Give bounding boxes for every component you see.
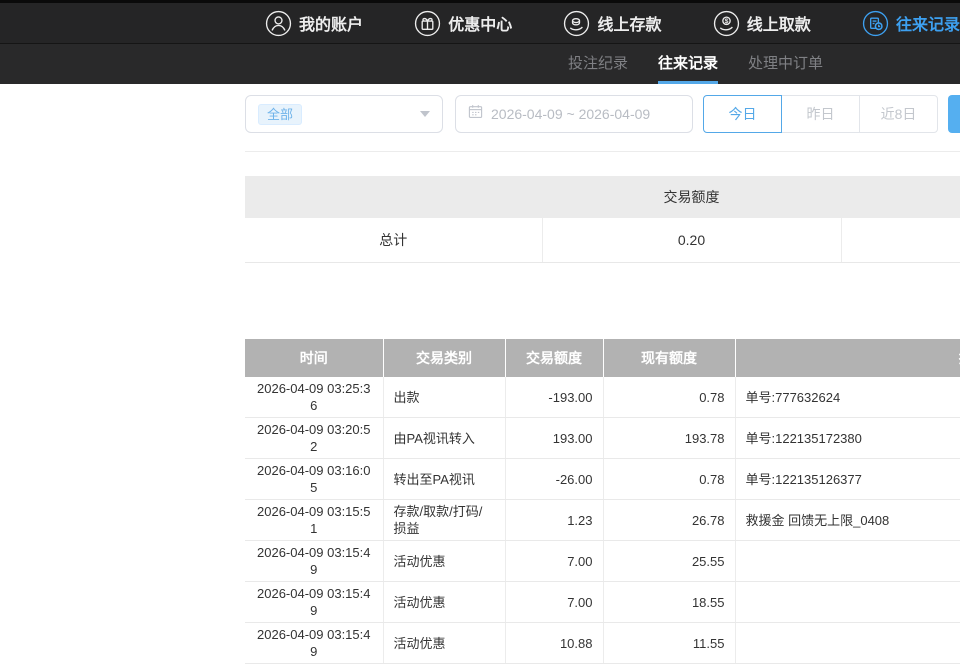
today-button[interactable]: 今日 — [703, 95, 782, 133]
cell-time: 2026-04-09 03:20:52 — [245, 418, 383, 459]
cell-amount: 7.00 — [505, 582, 603, 623]
withdraw-icon: $ — [713, 10, 740, 37]
cell-summary — [735, 623, 960, 664]
cell-amount: 10.88 — [505, 623, 603, 664]
cell-summary — [735, 541, 960, 582]
cell-amount: 7.00 — [505, 541, 603, 582]
filter-row: 全部 2026-04-09 ~ 2026-04-09 今日 昨日 近8日 — [245, 95, 960, 133]
cell-type: 由PA视讯转入 — [383, 418, 505, 459]
summary-header-empty — [841, 176, 960, 218]
col-header-balance: 现有额度 — [603, 339, 735, 377]
table-row: 2026-04-09 03:15:49 活动优惠 7.00 18.55 — [245, 582, 960, 623]
chevron-down-icon — [420, 111, 430, 117]
yesterday-button[interactable]: 昨日 — [781, 95, 860, 133]
col-header-summary: 摘要 — [735, 339, 960, 377]
cell-time: 2026-04-09 03:15:49 — [245, 541, 383, 582]
table-row: 2026-04-09 03:20:52 由PA视讯转入 193.00 193.7… — [245, 418, 960, 459]
summary-total-value: 0.20 — [542, 218, 841, 263]
date-range-input[interactable]: 2026-04-09 ~ 2026-04-09 — [455, 95, 693, 133]
cell-time: 2026-04-09 03:15:49 — [245, 623, 383, 664]
gift-icon — [414, 10, 441, 37]
nav-item-my-account[interactable]: 我的账户 — [265, 10, 363, 37]
cell-type: 活动优惠 — [383, 623, 505, 664]
cell-type: 活动优惠 — [383, 541, 505, 582]
nav-item-label: 优惠中心 — [448, 11, 512, 35]
cell-balance: 0.78 — [603, 459, 735, 500]
cell-type: 活动优惠 — [383, 582, 505, 623]
records-header-row: 时间 交易类别 交易额度 现有额度 摘要 — [245, 339, 960, 377]
table-row: 2026-04-09 03:15:51 存款/取款/打码/损益 1.23 26.… — [245, 500, 960, 541]
table-row: 2026-04-09 03:16:05 转出至PA视讯 -26.00 0.78 … — [245, 459, 960, 500]
cell-summary: 救援金 回馈无上限_0408 — [735, 500, 960, 541]
quick-date-button-group: 今日 昨日 近8日 — [703, 95, 938, 133]
cell-time: 2026-04-09 03:25:36 — [245, 377, 383, 418]
cell-balance: 193.78 — [603, 418, 735, 459]
nav-item-promotions[interactable]: 优惠中心 — [414, 10, 512, 37]
last-8-days-button[interactable]: 近8日 — [859, 95, 938, 133]
col-header-type: 交易类别 — [383, 339, 505, 377]
secondary-tab-bar: 投注纪录 往来记录 处理中订单 — [0, 44, 960, 84]
cell-balance: 11.55 — [603, 623, 735, 664]
summary-header-row: 交易额度 — [245, 176, 960, 218]
calendar-icon — [468, 104, 483, 124]
deposit-icon — [563, 10, 590, 37]
nav-item-label: 线上取款 — [747, 11, 811, 35]
main-content: 全部 2026-04-09 ~ 2026-04-09 今日 昨日 近8日 — [245, 95, 960, 664]
cell-summary: 单号:122135126377 — [735, 459, 960, 500]
tab-processing-orders[interactable]: 处理中订单 — [748, 44, 823, 84]
tab-transaction-records[interactable]: 往来记录 — [658, 44, 718, 84]
cell-type: 出款 — [383, 377, 505, 418]
cell-summary: 单号:777632624 — [735, 377, 960, 418]
cell-balance: 25.55 — [603, 541, 735, 582]
cell-type: 转出至PA视讯 — [383, 459, 505, 500]
nav-item-label: 线上存款 — [597, 11, 661, 35]
summary-total-label: 总计 — [245, 218, 542, 263]
cell-balance: 26.78 — [603, 500, 735, 541]
cell-amount: -26.00 — [505, 459, 603, 500]
cell-amount: -193.00 — [505, 377, 603, 418]
table-row: 2026-04-09 03:15:49 活动优惠 10.88 11.55 — [245, 623, 960, 664]
cell-time: 2026-04-09 03:15:51 — [245, 500, 383, 541]
summary-header-amount: 交易额度 — [542, 176, 841, 218]
nav-item-label: 往来记录 — [896, 11, 960, 35]
cell-type: 存款/取款/打码/损益 — [383, 500, 505, 541]
query-button[interactable] — [948, 95, 960, 133]
cell-balance: 18.55 — [603, 582, 735, 623]
summary-table: 交易额度 总计 0.20 — [245, 176, 960, 263]
nav-item-online-withdrawal[interactable]: $ 线上取款 — [713, 10, 811, 37]
tab-betting-records[interactable]: 投注纪录 — [568, 44, 628, 84]
nav-item-online-deposit[interactable]: 线上存款 — [563, 10, 661, 37]
date-range-value: 2026-04-09 ~ 2026-04-09 — [491, 106, 650, 122]
section-divider — [245, 151, 960, 152]
cell-summary — [735, 582, 960, 623]
type-select[interactable]: 全部 — [245, 95, 443, 133]
summary-empty-cell — [841, 218, 960, 263]
cell-amount: 193.00 — [505, 418, 603, 459]
summary-total-row: 总计 0.20 — [245, 218, 960, 263]
svg-text:$: $ — [724, 18, 728, 25]
table-row: 2026-04-09 03:25:36 出款 -193.00 0.78 单号:7… — [245, 377, 960, 418]
records-table: 时间 交易类别 交易额度 现有额度 摘要 2026-04-09 03:25:36… — [245, 339, 960, 664]
cell-summary: 单号:122135172380 — [735, 418, 960, 459]
cell-amount: 1.23 — [505, 500, 603, 541]
nav-item-label: 我的账户 — [299, 11, 363, 35]
selected-type-tag[interactable]: 全部 — [258, 104, 302, 125]
cell-time: 2026-04-09 03:16:05 — [245, 459, 383, 500]
top-navigation: 我的账户 优惠中心 线上存款 $ 线 — [0, 3, 960, 44]
col-header-time: 时间 — [245, 339, 383, 377]
col-header-amount: 交易额度 — [505, 339, 603, 377]
user-icon — [265, 10, 292, 37]
nav-item-transaction-records[interactable]: 往来记录 — [862, 10, 960, 37]
table-row: 2026-04-09 03:15:49 活动优惠 7.00 25.55 — [245, 541, 960, 582]
cell-balance: 0.78 — [603, 377, 735, 418]
summary-header-empty — [245, 176, 542, 218]
cell-time: 2026-04-09 03:15:49 — [245, 582, 383, 623]
records-icon — [862, 10, 889, 37]
